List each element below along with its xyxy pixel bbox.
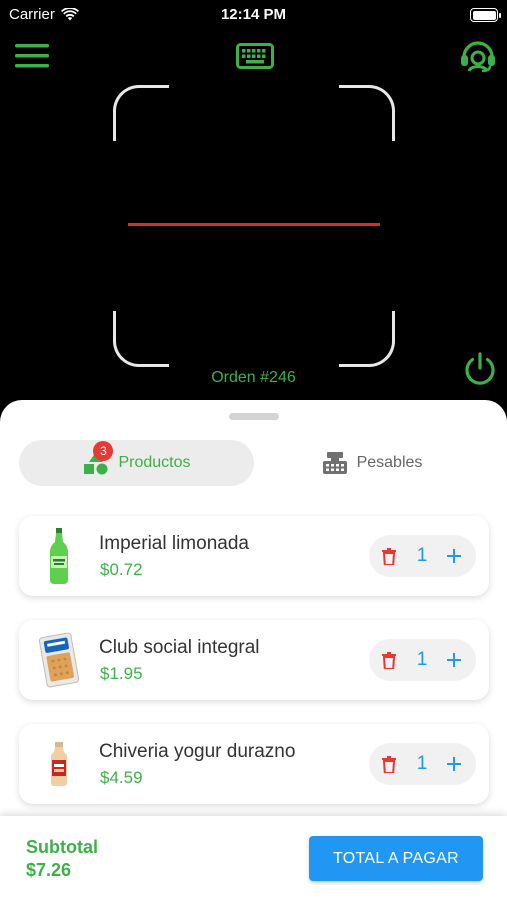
barcode-scanner-frame — [113, 85, 395, 367]
plus-icon — [447, 757, 461, 771]
checkout-footer: Subtotal $7.26 TOTAL A PAGAR — [0, 816, 507, 900]
quantity-value: 1 — [416, 753, 428, 774]
product-list: Imperial limonada $0.72 1 Club social in… — [19, 516, 489, 828]
product-image-yogurt-bottle — [37, 734, 81, 794]
subtotal-value: $7.26 — [26, 860, 72, 880]
increment-button[interactable] — [441, 543, 467, 569]
scanner-corner-top-left — [113, 85, 169, 141]
keyboard-icon — [236, 43, 274, 69]
product-name: Imperial limonada — [99, 533, 249, 554]
sheet-drag-handle[interactable] — [229, 413, 279, 420]
trash-icon — [382, 755, 396, 773]
keyboard-button[interactable] — [236, 42, 274, 70]
order-number: Orden #246 — [211, 369, 296, 386]
tab-pesables-label: Pesables — [356, 454, 423, 471]
product-name: Club social integral — [99, 637, 260, 658]
product-image-bottle — [37, 526, 81, 586]
quantity-stepper: 1 — [369, 535, 476, 577]
pay-total-button[interactable]: TOTAL A PAGAR — [309, 836, 483, 881]
cart-count-badge: 3 — [93, 441, 114, 461]
product-card[interactable]: Chiveria yogur durazno $4.59 1 — [19, 724, 489, 804]
plus-icon — [447, 549, 461, 563]
shapes-icon: 3 — [82, 441, 114, 477]
support-button[interactable] — [458, 38, 498, 74]
scan-line — [128, 223, 380, 226]
scanner-corner-bottom-left — [113, 311, 169, 367]
tab-productos-label: Productos — [118, 454, 191, 471]
tab-productos[interactable]: 3 Productos — [19, 440, 254, 486]
power-button[interactable] — [460, 349, 500, 389]
battery-icon — [470, 8, 501, 22]
product-card[interactable]: Club social integral $1.95 1 — [19, 620, 489, 700]
subtotal-label: Subtotal — [26, 837, 98, 857]
product-price: $1.95 — [100, 664, 143, 683]
menu-icon — [15, 44, 49, 68]
power-icon — [465, 352, 495, 385]
tab-pesables[interactable]: Pesables — [254, 440, 489, 486]
trash-icon — [382, 651, 396, 669]
quantity-stepper: 1 — [369, 743, 476, 785]
menu-button[interactable] — [14, 40, 50, 72]
delete-button[interactable] — [377, 648, 401, 672]
scanner-corner-bottom-right — [339, 311, 395, 367]
scanner-corner-top-right — [339, 85, 395, 141]
increment-button[interactable] — [441, 647, 467, 673]
status-bar: Carrier 12:14 PM — [0, 0, 507, 30]
product-image-cracker-pack — [37, 630, 81, 690]
quantity-value: 1 — [416, 545, 428, 566]
quantity-value: 1 — [416, 649, 428, 670]
trash-icon — [382, 547, 396, 565]
scale-icon — [321, 449, 349, 477]
product-price: $0.72 — [100, 560, 143, 579]
plus-icon — [447, 653, 461, 667]
delete-button[interactable] — [377, 752, 401, 776]
tab-bar: 3 Productos Pesables — [19, 440, 489, 486]
product-price: $4.59 — [100, 768, 143, 787]
status-time: 12:14 PM — [220, 6, 287, 23]
quantity-stepper: 1 — [369, 639, 476, 681]
delete-button[interactable] — [377, 544, 401, 568]
headset-icon — [461, 41, 495, 73]
product-name: Chiveria yogur durazno — [99, 741, 296, 762]
product-card[interactable]: Imperial limonada $0.72 1 — [19, 516, 489, 596]
increment-button[interactable] — [441, 751, 467, 777]
